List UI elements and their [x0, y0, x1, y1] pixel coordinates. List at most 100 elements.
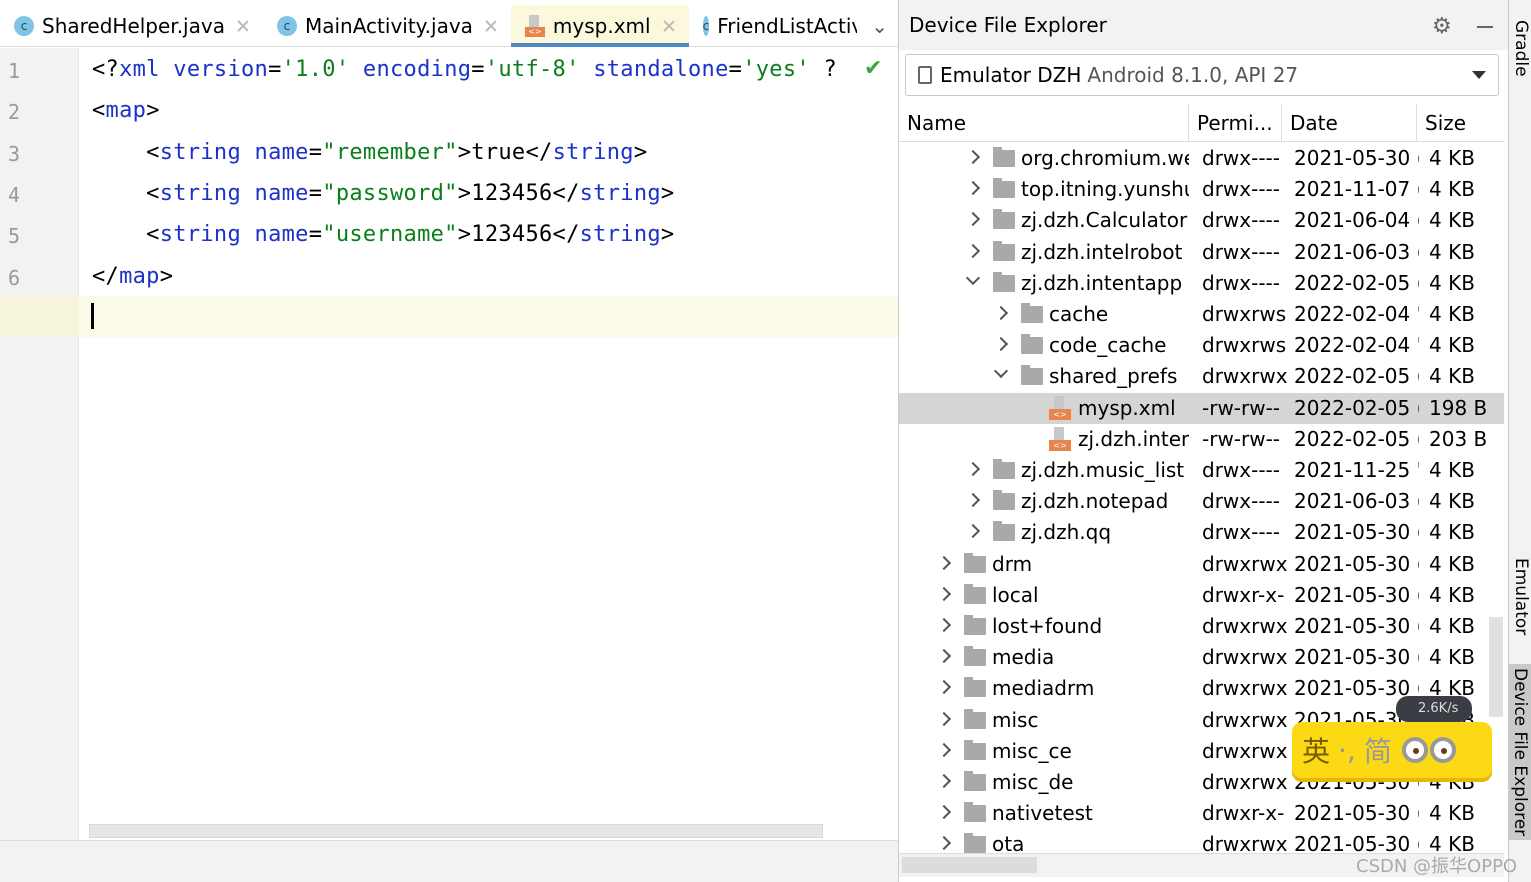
- close-icon[interactable]: [659, 16, 679, 36]
- chevron-right-icon[interactable]: [936, 649, 952, 664]
- tool-emulator[interactable]: Emulator: [1511, 558, 1531, 635]
- file-size: 4 KB: [1429, 208, 1475, 233]
- column-date[interactable]: Date: [1282, 104, 1417, 142]
- file-row[interactable]: <> mysp.xml -rw-rw-- 2022-02-05 (198 B: [899, 392, 1504, 424]
- file-name: zj.dzh.intent: [1078, 426, 1189, 451]
- chevron-right-icon[interactable]: [965, 461, 981, 477]
- file-date: 2021-05-30 (: [1294, 832, 1419, 853]
- file-row[interactable]: zj.dzh.intelrobot drwx---- 2021-06-03 (4 K…: [899, 237, 1504, 268]
- chevron-right-icon[interactable]: [965, 181, 981, 196]
- chevron-right-icon[interactable]: [965, 524, 981, 539]
- chevron-right-icon[interactable]: [936, 711, 952, 726]
- code-token: <: [92, 98, 106, 124]
- device-select[interactable]: Emulator DZH Android 8.1.0, API 27: [905, 54, 1499, 96]
- chevron-right-icon[interactable]: [965, 493, 981, 508]
- file-row[interactable]: zj.dzh.intentapp drwx---- 2022-02-05 (4 KB: [899, 268, 1504, 299]
- chevron-right-icon[interactable]: [936, 836, 952, 851]
- code-token: =: [471, 57, 485, 82]
- file-row[interactable]: lost+found drwxrwx 2021-05-30 (4 KB: [899, 611, 1504, 642]
- file-size: 4 KB: [1429, 614, 1475, 638]
- file-name: mysp.xml: [1078, 395, 1176, 420]
- code-line[interactable]: <map>: [92, 98, 160, 123]
- chevron-right-icon[interactable]: [936, 773, 952, 789]
- folder-icon: [964, 615, 986, 635]
- file-row[interactable]: <> zj.dzh.intent -rw-rw-- 2022-02-05 (203 B: [899, 424, 1504, 455]
- file-row[interactable]: zj.dzh.Calculator drwx---- 2021-06-04 (4 K…: [899, 205, 1504, 236]
- file-row[interactable]: zj.dzh.music_list drwx---- 2021-11-25 ' 4 K…: [899, 455, 1504, 486]
- gear-icon[interactable]: ⚙: [1432, 14, 1452, 39]
- folder-icon: [964, 677, 986, 698]
- tab-friendlistactivity[interactable]: c FriendListActivity: [689, 5, 857, 47]
- chevron-right-icon[interactable]: [936, 805, 952, 820]
- file-date: 2022-02-05 (: [1294, 395, 1419, 420]
- file-row[interactable]: code_cache drwxrws 2022-02-04 ' 4 KB: [899, 330, 1504, 361]
- code-token: >123456</: [457, 222, 580, 248]
- file-row[interactable]: zj.dzh.qq drwx---- 2021-05-30 (4 KB: [899, 517, 1504, 548]
- file-name: zj.dzh.intelrobot: [1021, 239, 1183, 264]
- chevron-down-icon[interactable]: [993, 364, 1009, 379]
- ime-punct[interactable]: ·,: [1338, 734, 1356, 767]
- line-number: 1: [8, 59, 21, 83]
- file-row[interactable]: zj.dzh.notepad drwx---- 2021-06-03 (4 KB: [899, 486, 1504, 517]
- close-icon[interactable]: [481, 16, 501, 36]
- chevron-right-icon[interactable]: [936, 555, 952, 570]
- chevron-down-icon[interactable]: [965, 270, 981, 285]
- chevron-right-icon[interactable]: [936, 680, 952, 695]
- horizontal-scrollbar[interactable]: [89, 824, 823, 838]
- line-number: 5: [8, 224, 21, 249]
- ime-toolbar[interactable]: 英 ·, 简: [1292, 722, 1492, 778]
- file-size: 4 KB: [1429, 520, 1475, 545]
- column-name[interactable]: Name: [899, 104, 1189, 142]
- scroll-thumb[interactable]: [902, 857, 1037, 873]
- file-size: 4 KB: [1429, 177, 1475, 202]
- tab-mysp-xml[interactable]: <> mysp.xml: [510, 5, 689, 47]
- tab-mainactivity-java[interactable]: c MainActivity.java: [263, 5, 511, 47]
- ime-simplified[interactable]: 简: [1364, 730, 1392, 770]
- code-line[interactable]: </map>: [92, 264, 173, 289]
- column-permissions[interactable]: Permi...: [1189, 104, 1282, 142]
- tool-gradle[interactable]: Gradle: [1511, 20, 1531, 77]
- file-permissions: drwx----: [1202, 270, 1280, 295]
- code-line[interactable]: <string name="remember">true</string>: [92, 140, 647, 165]
- minimize-icon[interactable]: [1477, 26, 1493, 28]
- file-row[interactable]: org.chromium.we drwx---- 2021-05-30 (4 KB: [899, 143, 1504, 174]
- file-row[interactable]: drm drwxrwx 2021-05-30 (4 KB: [899, 549, 1504, 580]
- file-row[interactable]: local drwxr-x- 2021-05-30 (4 KB: [899, 580, 1504, 611]
- vertical-scrollbar[interactable]: [1489, 617, 1503, 717]
- file-date: 2021-05-30 (: [1294, 146, 1419, 170]
- chevron-down-icon[interactable]: ⌄: [857, 5, 898, 47]
- code-token: >: [146, 98, 160, 124]
- chevron-right-icon[interactable]: [993, 337, 1009, 352]
- file-name: top.itning.yunshuc: [1021, 177, 1189, 202]
- code-line[interactable]: <string name="username">123456</string>: [92, 222, 674, 247]
- tool-device-file-explorer[interactable]: Device File Explorer: [1509, 664, 1531, 841]
- file-size: 4 KB: [1429, 364, 1475, 389]
- code-token: xml version: [119, 57, 269, 82]
- chevron-right-icon[interactable]: [936, 586, 952, 601]
- tab-sharedhelper-java[interactable]: c SharedHelper.java: [0, 5, 263, 47]
- chevron-right-icon[interactable]: [936, 742, 952, 757]
- file-row[interactable]: cache drwxrws 2022-02-04 ' 4 KB: [899, 299, 1504, 330]
- code-token: 'utf-8': [484, 57, 580, 82]
- file-date: 2022-02-04 ': [1294, 333, 1419, 358]
- file-row[interactable]: nativetest drwxr-x- 2021-05-30 (4 KB: [899, 798, 1504, 829]
- file-row[interactable]: media drwxrwx 2021-05-30 (4 KB: [899, 642, 1504, 673]
- chevron-right-icon[interactable]: [965, 149, 981, 165]
- ime-lang[interactable]: 英: [1302, 730, 1330, 770]
- file-row[interactable]: top.itning.yunshuc drwx---- 2021-11-07 (4 …: [899, 174, 1504, 205]
- file-permissions: drwxrwx: [1202, 645, 1287, 670]
- folder-icon: [964, 739, 986, 760]
- file-row[interactable]: shared_prefs drwxrwx 2022-02-05 (4 KB: [899, 361, 1504, 392]
- chevron-right-icon[interactable]: [965, 243, 981, 258]
- code-line[interactable]: <?xml version='1.0' encoding='utf-8' sta…: [92, 57, 837, 82]
- column-size[interactable]: Size: [1417, 104, 1504, 142]
- file-row[interactable]: ota drwxrwx 2021-05-30 (4 KB: [899, 829, 1504, 853]
- chevron-right-icon[interactable]: [993, 305, 1009, 321]
- folder-icon: [1021, 303, 1043, 323]
- code-token: <: [92, 222, 160, 248]
- code-line[interactable]: <string name="password">123456</string>: [92, 181, 674, 206]
- chevron-right-icon[interactable]: [965, 212, 981, 227]
- chevron-right-icon[interactable]: [936, 617, 952, 633]
- close-icon[interactable]: [233, 16, 253, 36]
- file-name: drm: [992, 551, 1033, 576]
